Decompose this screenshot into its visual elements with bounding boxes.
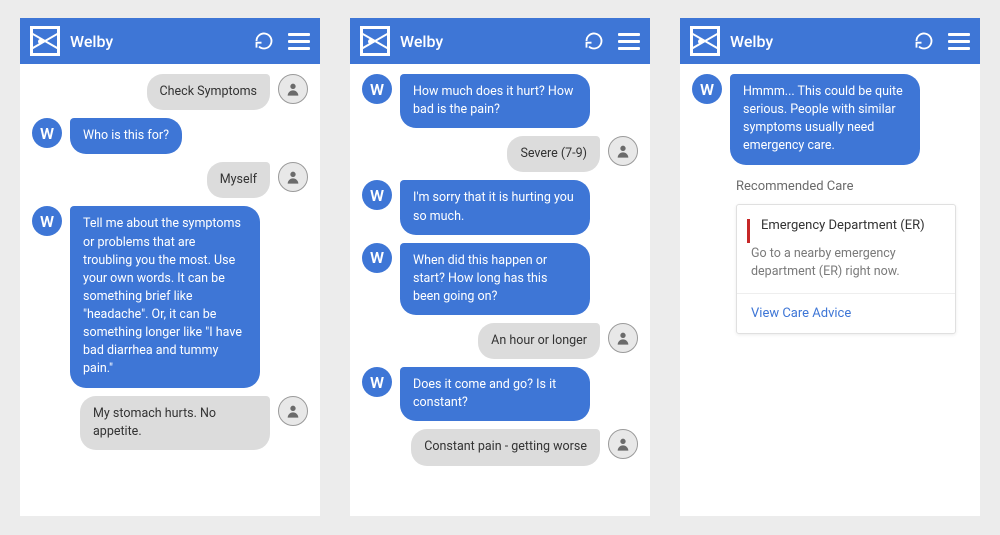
chat-row-bot: W How much does it hurt? How bad is the …	[362, 74, 638, 128]
header-actions	[254, 31, 310, 51]
app-header: Welby	[20, 18, 320, 64]
chat-row-user: Severe (7-9)	[362, 136, 638, 172]
recommendation-card: Emergency Department (ER) Go to a nearby…	[736, 204, 956, 334]
bot-avatar-icon: W	[32, 206, 62, 236]
user-avatar-icon	[278, 74, 308, 104]
bot-avatar-icon: W	[32, 118, 62, 148]
refresh-icon[interactable]	[584, 31, 604, 51]
phone-screen-2: Welby W How much does it hurt? How bad i…	[350, 18, 650, 516]
app-title: Welby	[400, 32, 584, 51]
chat-bubble-bot: When did this happen or start? How long …	[400, 243, 590, 315]
chat-row-bot: W Who is this for?	[32, 118, 308, 154]
recommendation-body: Emergency Department (ER) Go to a nearby…	[737, 205, 955, 294]
bot-avatar-icon: W	[362, 367, 392, 397]
chat-bubble-user[interactable]: Severe (7-9)	[507, 136, 600, 172]
chat-row-user: Constant pain - getting worse	[362, 429, 638, 465]
recommendation-name: Emergency Department (ER)	[761, 217, 941, 235]
user-avatar-icon	[278, 396, 308, 426]
user-avatar-icon	[608, 323, 638, 353]
chat-area: W How much does it hurt? How bad is the …	[350, 64, 650, 516]
chat-row-bot: W Does it come and go? Is it constant?	[362, 367, 638, 421]
chat-area: W Hmmm... This could be quite serious. P…	[680, 64, 980, 516]
bot-avatar-icon: W	[692, 74, 722, 104]
chat-area: Check Symptoms W Who is this for? Myself…	[20, 64, 320, 516]
refresh-icon[interactable]	[914, 31, 934, 51]
phone-screen-1: Welby Check Symptoms W Who is this for? …	[20, 18, 320, 516]
chat-bubble-bot: Does it come and go? Is it constant?	[400, 367, 590, 421]
chat-bubble-bot: Tell me about the symptoms or problems t…	[70, 206, 260, 387]
bot-avatar-icon: W	[362, 180, 392, 210]
user-avatar-icon	[608, 136, 638, 166]
chat-row-bot: W I'm sorry that it is hurting you so mu…	[362, 180, 638, 234]
app-title: Welby	[730, 32, 914, 51]
recommendation-title: Recommended Care	[736, 179, 956, 194]
chat-row-user: An hour or longer	[362, 323, 638, 359]
chat-bubble-user[interactable]: An hour or longer	[478, 323, 600, 359]
user-avatar-icon	[608, 429, 638, 459]
app-logo	[360, 26, 390, 56]
bot-avatar-icon: W	[362, 74, 392, 104]
header-actions	[584, 31, 640, 51]
app-logo	[30, 26, 60, 56]
chat-bubble-user[interactable]: Constant pain - getting worse	[411, 429, 600, 465]
app-header: Welby	[680, 18, 980, 64]
chat-bubble-user[interactable]: My stomach hurts. No appetite.	[80, 396, 270, 450]
menu-icon[interactable]	[948, 33, 970, 50]
app-header: Welby	[350, 18, 650, 64]
chat-row-user: Check Symptoms	[32, 74, 308, 110]
chat-bubble-bot: I'm sorry that it is hurting you so much…	[400, 180, 590, 234]
bot-avatar-icon: W	[362, 243, 392, 273]
chat-bubble-user[interactable]: Myself	[207, 162, 270, 198]
app-logo	[690, 26, 720, 56]
chat-row-user: Myself	[32, 162, 308, 198]
recommendation-desc: Go to a nearby emergency department (ER)…	[751, 245, 941, 281]
recommendation-section: Recommended Care Emergency Department (E…	[692, 173, 968, 334]
app-title: Welby	[70, 32, 254, 51]
header-actions	[914, 31, 970, 51]
view-care-advice-link[interactable]: View Care Advice	[751, 306, 941, 321]
phone-screen-3: Welby W Hmmm... This could be quite seri…	[680, 18, 980, 516]
chat-row-bot: W When did this happen or start? How lon…	[362, 243, 638, 315]
severity-bar-icon	[747, 219, 750, 243]
chat-bubble-bot: How much does it hurt? How bad is the pa…	[400, 74, 590, 128]
chat-row-bot: W Tell me about the symptoms or problems…	[32, 206, 308, 387]
menu-icon[interactable]	[288, 33, 310, 50]
chat-row-bot: W Hmmm... This could be quite serious. P…	[692, 74, 968, 165]
chat-bubble-bot: Who is this for?	[70, 118, 182, 154]
chat-row-user: My stomach hurts. No appetite.	[32, 396, 308, 450]
recommendation-footer: View Care Advice	[737, 294, 955, 333]
chat-bubble-bot: Hmmm... This could be quite serious. Peo…	[730, 74, 920, 165]
chat-bubble-user[interactable]: Check Symptoms	[147, 74, 270, 110]
user-avatar-icon	[278, 162, 308, 192]
refresh-icon[interactable]	[254, 31, 274, 51]
menu-icon[interactable]	[618, 33, 640, 50]
